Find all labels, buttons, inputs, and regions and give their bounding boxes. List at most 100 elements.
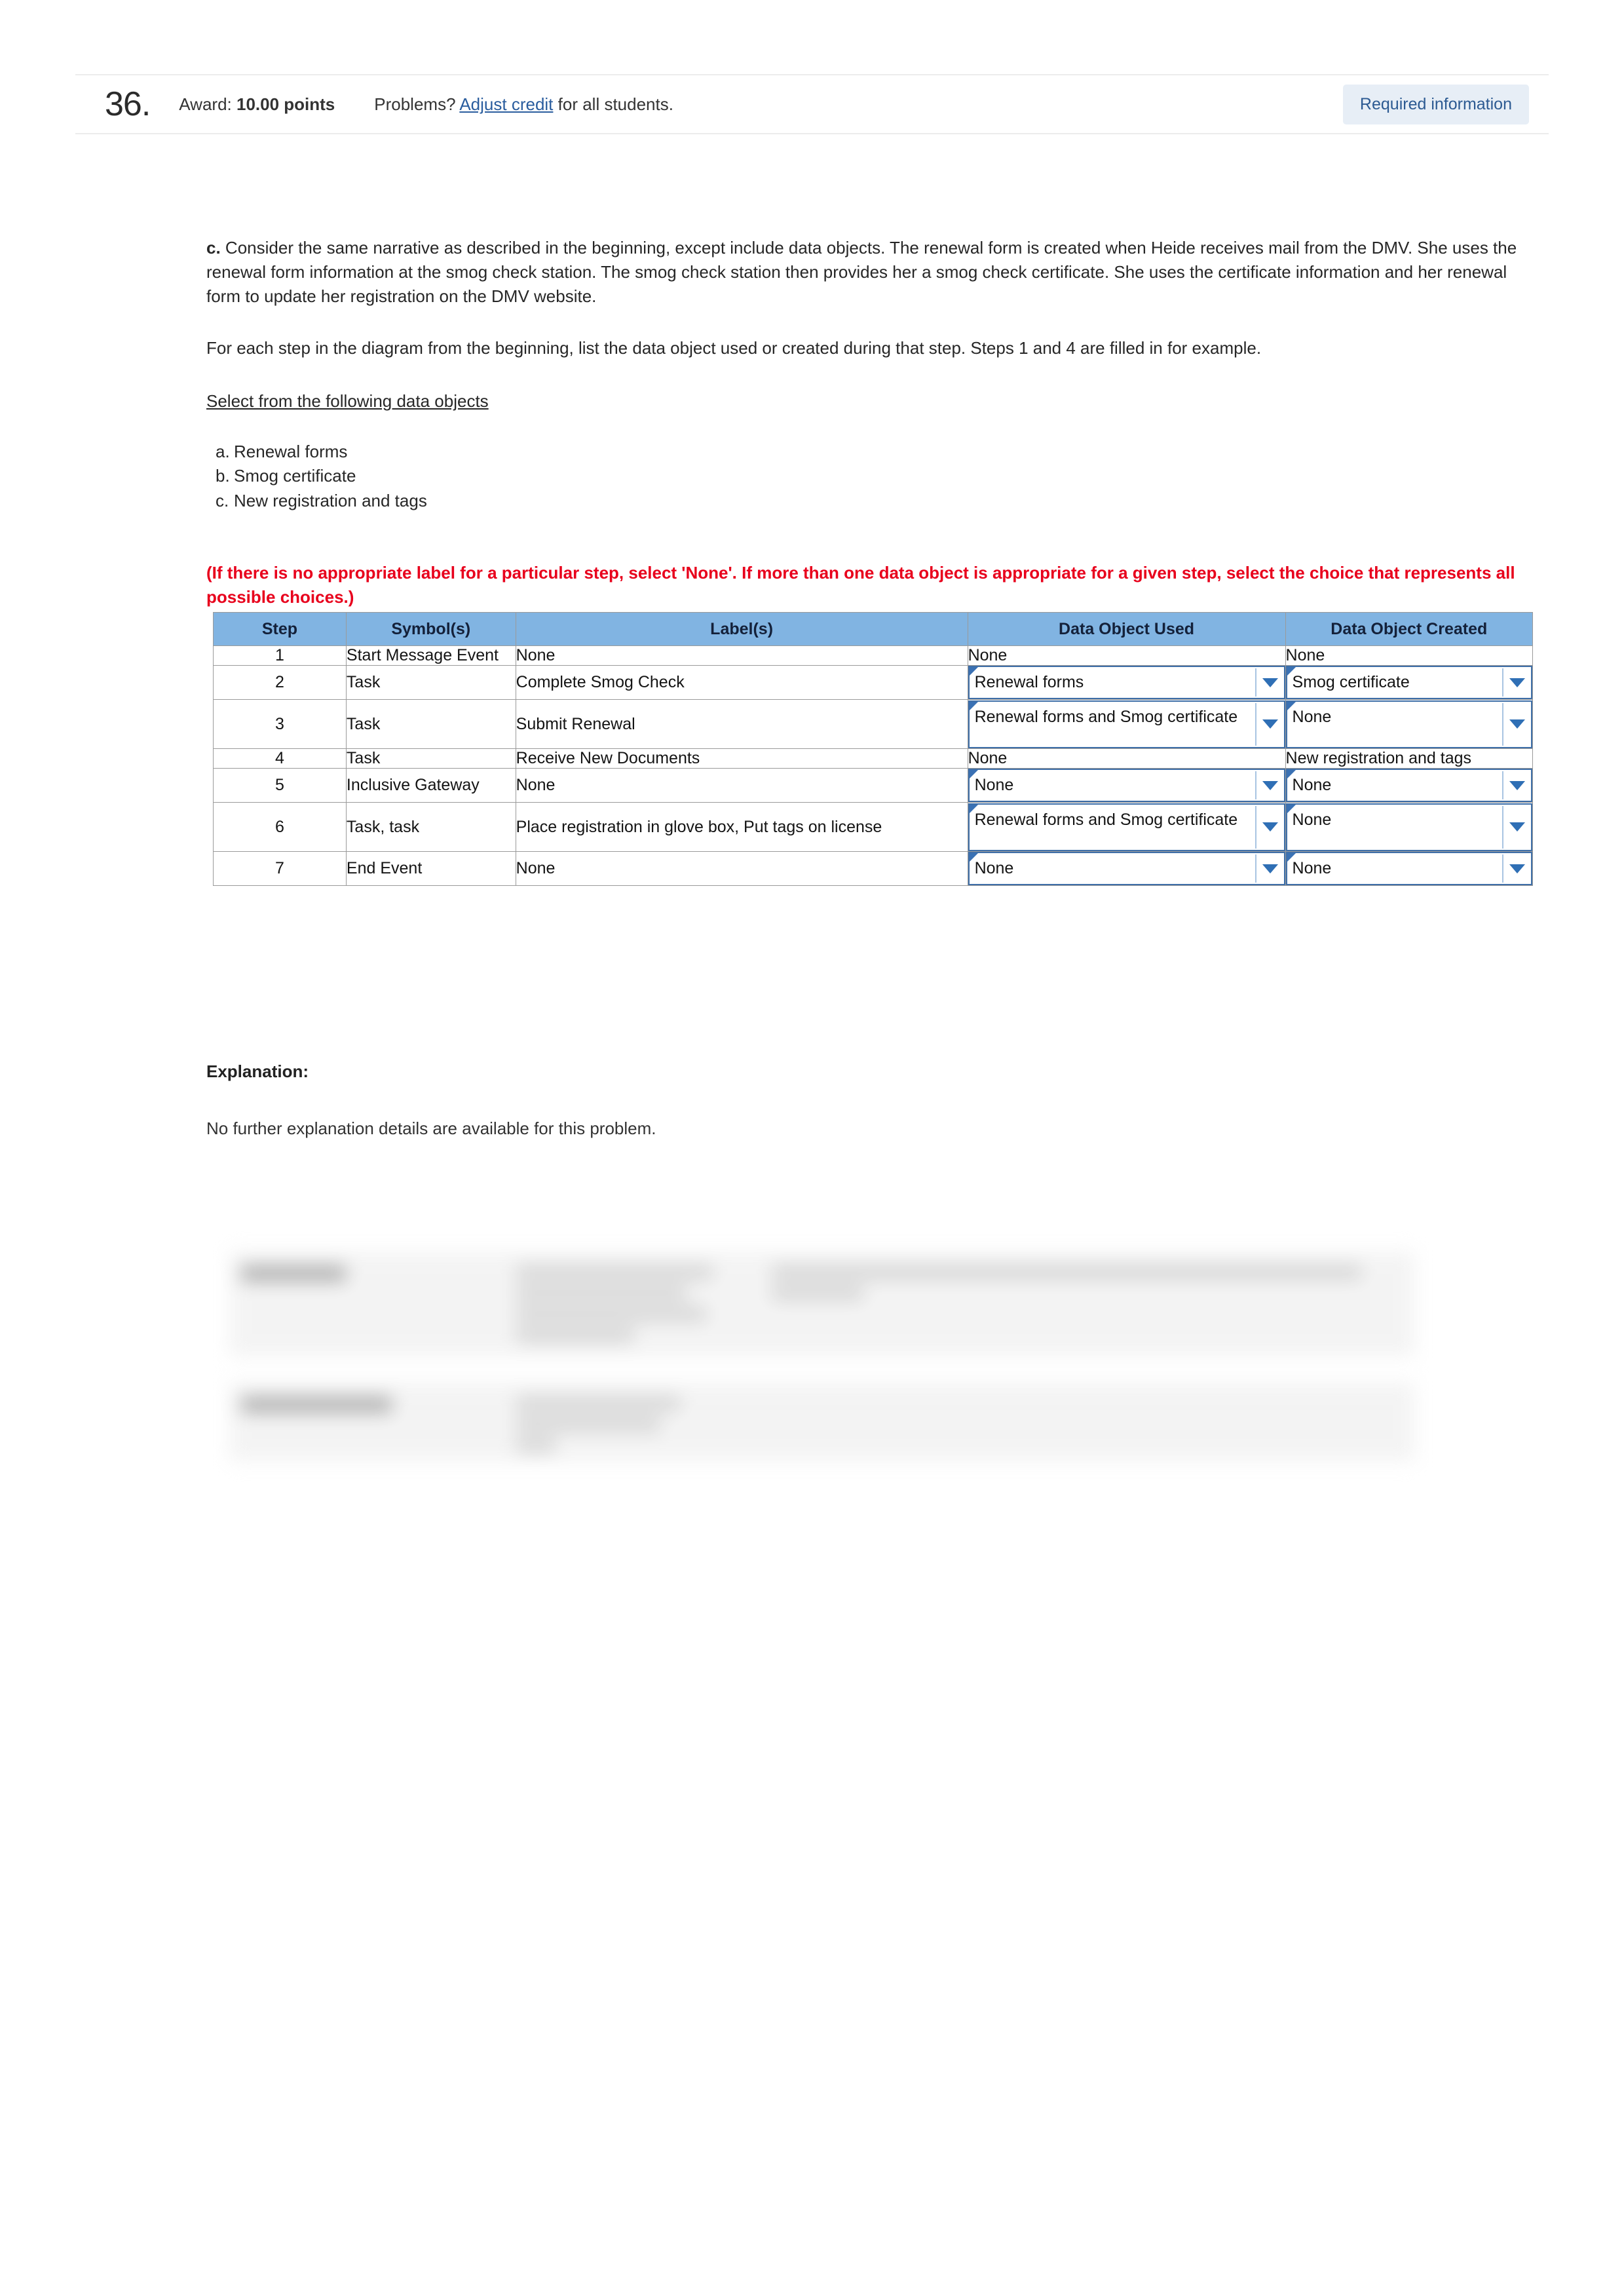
column-header-symbol: Symbol(s)	[345, 612, 516, 646]
choice-marker: b.	[216, 466, 230, 486]
choice-label: Smog certificate	[234, 466, 356, 486]
cell-step: 4	[213, 748, 347, 769]
cell-data-object-used: Renewal forms	[967, 665, 1286, 700]
table-row: 5 Inclusive Gateway None None None	[213, 768, 1534, 803]
adjust-credit-link[interactable]: Adjust credit	[459, 94, 553, 114]
redacted-row	[229, 1252, 1415, 1356]
redacted-text-bar	[516, 1266, 713, 1278]
cell-step: 6	[213, 802, 347, 852]
prompt-text: Consider the same narrative as described…	[206, 238, 1517, 306]
cell-step: 1	[213, 645, 347, 666]
cell-data-object-used: None	[967, 851, 1286, 886]
chevron-down-icon	[1255, 668, 1284, 697]
chevron-down-icon	[1502, 805, 1531, 849]
cell-data-object-created: None	[1285, 768, 1534, 803]
data-object-created-select[interactable]: None	[1285, 769, 1532, 802]
selected-value: None	[974, 859, 1014, 877]
column-header-step: Step	[213, 612, 347, 646]
data-object-used-select[interactable]: None	[968, 769, 1285, 802]
chevron-down-icon	[1502, 771, 1531, 799]
column-header-label: Label(s)	[515, 612, 968, 646]
cell-symbol: Task	[345, 699, 516, 749]
choice-label: New registration and tags	[234, 490, 427, 510]
cell-label: Complete Smog Check	[515, 665, 968, 700]
table-row: 3 Task Submit Renewal Renewal forms and …	[213, 699, 1534, 749]
part-c-prompt: c. Consider the same narrative as descri…	[206, 236, 1523, 309]
choice-label: Renewal forms	[234, 441, 348, 461]
data-object-created-select[interactable]: None	[1285, 803, 1532, 851]
choice-marker: a.	[216, 441, 230, 461]
data-object-used-select[interactable]: Renewal forms	[968, 666, 1285, 699]
cell-step: 2	[213, 665, 347, 700]
cell-data-object-created: None	[1285, 699, 1534, 749]
redacted-text-bar	[516, 1329, 634, 1341]
cell-step: 7	[213, 851, 347, 886]
cell-step: 5	[213, 768, 347, 803]
data-object-used-select[interactable]: Renewal forms and Smog certificate	[968, 803, 1285, 851]
cell-label: Submit Renewal	[515, 699, 968, 749]
redacted-cell	[504, 1383, 760, 1474]
cell-label: None	[515, 851, 968, 886]
selected-value: None	[1292, 776, 1332, 794]
problems-label: Problems?	[374, 94, 456, 114]
data-object-created-select[interactable]: None	[1285, 852, 1532, 885]
table-header-row: Step Symbol(s) Label(s) Data Object Used…	[213, 612, 1534, 646]
cell-symbol: Task, task	[345, 802, 516, 852]
cell-label: Receive New Documents	[515, 748, 968, 769]
chevron-down-icon	[1502, 668, 1531, 697]
steps-data-object-table: Step Symbol(s) Label(s) Data Object Used…	[213, 612, 1534, 886]
redacted-cell	[760, 1252, 1415, 1322]
table-row: 6 Task, task Place registration in glove…	[213, 802, 1534, 852]
redacted-text-bar	[516, 1397, 680, 1409]
data-object-used-select[interactable]: Renewal forms and Smog certificate	[968, 700, 1285, 748]
chevron-down-icon	[1502, 702, 1531, 746]
table-row: 2 Task Complete Smog Check Renewal forms…	[213, 665, 1534, 700]
selected-value: Renewal forms	[974, 673, 1084, 691]
table-row: 1 Start Message Event None None None	[213, 645, 1534, 666]
problems-info: Problems? Adjust credit for all students…	[374, 94, 673, 115]
data-object-created-select[interactable]: Smog certificate	[1285, 666, 1532, 699]
cell-data-object-created: New registration and tags	[1285, 748, 1534, 769]
redacted-text-bar	[772, 1266, 1361, 1278]
data-object-created-select[interactable]: None	[1285, 700, 1532, 748]
chevron-down-icon	[1255, 771, 1284, 799]
redacted-text-bar	[772, 1287, 863, 1299]
redacted-cell	[504, 1252, 760, 1364]
cell-data-object-used: None	[967, 645, 1286, 666]
redacted-row	[229, 1383, 1415, 1461]
required-information-badge[interactable]: Required information	[1342, 84, 1529, 124]
list-item: b. Smog certificate	[206, 464, 1523, 489]
column-header-data-object-created: Data Object Created	[1285, 612, 1534, 646]
cell-label: None	[515, 768, 968, 803]
problems-suffix: for all students.	[557, 94, 673, 114]
instruction-text: For each step in the diagram from the be…	[206, 337, 1262, 358]
award-label: Award:	[179, 94, 232, 114]
table-row: 4 Task Receive New Documents None New re…	[213, 748, 1534, 769]
cell-label: None	[515, 645, 968, 666]
select-data-objects-heading: Select from the following data objects	[206, 391, 489, 411]
chevron-down-icon	[1255, 805, 1284, 849]
data-object-used-select[interactable]: None	[968, 852, 1285, 885]
redacted-cell	[229, 1252, 504, 1304]
cell-symbol: Inclusive Gateway	[345, 768, 516, 803]
redacted-cell	[229, 1383, 504, 1435]
choice-marker: c.	[216, 490, 229, 510]
cell-data-object-used: Renewal forms and Smog certificate	[967, 699, 1286, 749]
explanation-text: No further explanation details are avail…	[206, 1119, 656, 1138]
selected-value: Renewal forms and Smog certificate	[974, 707, 1238, 726]
redacted-text-bar	[241, 1397, 392, 1412]
cell-data-object-created: None	[1285, 851, 1534, 886]
selected-value: None	[974, 776, 1014, 794]
cell-data-object-used: None	[967, 748, 1286, 769]
column-header-data-object-used: Data Object Used	[967, 612, 1286, 646]
chevron-down-icon	[1255, 854, 1284, 883]
cell-label: Place registration in glove box, Put tag…	[515, 802, 968, 852]
award-info: Award: 10.00 points	[179, 94, 335, 115]
cell-data-object-used: None	[967, 768, 1286, 803]
explanation-heading: Explanation:	[206, 1062, 309, 1081]
selected-value: None	[1292, 810, 1332, 829]
warning-note: (If there is no appropriate label for a …	[206, 562, 1515, 607]
part-letter: c.	[206, 238, 221, 258]
redacted-text-bar	[241, 1266, 346, 1281]
cell-data-object-created: None	[1285, 802, 1534, 852]
